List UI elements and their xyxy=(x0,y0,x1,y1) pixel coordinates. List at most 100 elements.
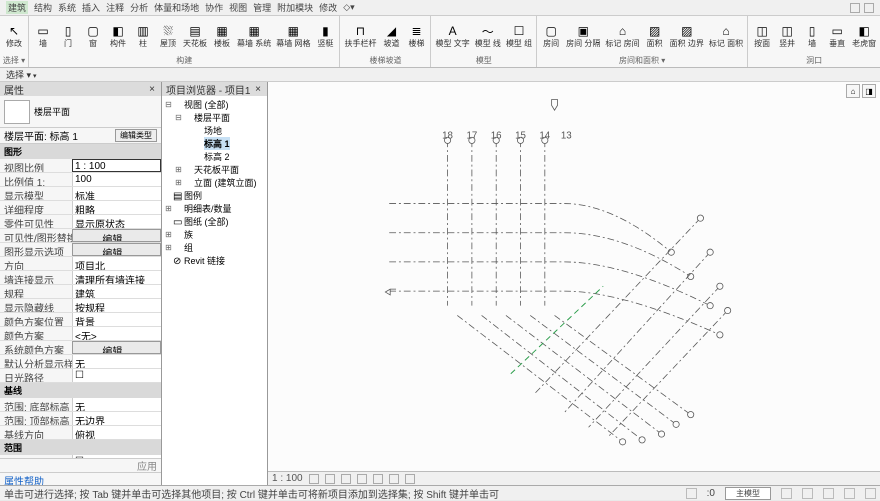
ribbon-天花板[interactable]: ▤天花板 xyxy=(181,17,209,55)
prop-row[interactable]: 系统颜色方案编辑... xyxy=(0,341,161,355)
reveal-icon[interactable] xyxy=(405,474,415,484)
prop-row[interactable]: 比例值 1:100 xyxy=(0,173,161,187)
properties-grid[interactable]: 图形视图比例1 : 100比例值 1:100显示模型标准详细程度粗略零件可见性显… xyxy=(0,144,161,458)
menu-addins[interactable]: 附加模块 xyxy=(277,1,313,14)
prop-row[interactable]: 墙连接显示清理所有墙连接 xyxy=(0,271,161,285)
max-icon[interactable] xyxy=(864,3,874,13)
prop-row[interactable]: 显示隐藏线按规程 xyxy=(0,299,161,313)
prop-row[interactable]: 图形显示选项编辑... xyxy=(0,243,161,257)
tree-node[interactable]: ⊘Revit 链接 xyxy=(162,254,267,267)
ribbon-老虎窗[interactable]: ◧老虎窗 xyxy=(850,17,878,55)
ribbon-柱[interactable]: ▥柱 xyxy=(131,17,155,55)
ribbon-门[interactable]: ▯门 xyxy=(56,17,80,55)
tree-node[interactable]: ⊞天花板平面 xyxy=(162,163,267,176)
menu-analyze[interactable]: 分析 xyxy=(130,1,148,14)
ribbon-竖梃[interactable]: ▮竖梃 xyxy=(313,17,337,55)
browser-tree[interactable]: ⊟视图 (全部)⊟楼层平面场地标高 1标高 2⊞天花板平面⊞立面 (建筑立面)▤… xyxy=(162,96,267,485)
ribbon-构件[interactable]: ◧构件 xyxy=(106,17,130,55)
ribbon-房间[interactable]: ▢房间 xyxy=(539,17,563,55)
view-canvas[interactable]: ⌂ ◨ xyxy=(268,82,880,485)
tree-node[interactable]: ⊟视图 (全部) xyxy=(162,98,267,111)
detail-icon[interactable] xyxy=(309,474,319,484)
close-icon[interactable]: × xyxy=(253,84,263,95)
prop-row[interactable]: 方向项目北 xyxy=(0,257,161,271)
prop-row[interactable]: 基线方向俯视 xyxy=(0,426,161,440)
sel3-icon[interactable] xyxy=(844,488,855,499)
cube-icon[interactable]: ◨ xyxy=(862,84,876,98)
select-icon[interactable] xyxy=(686,488,697,499)
prop-row[interactable]: 规程建筑 xyxy=(0,285,161,299)
ribbon-垂直[interactable]: ▭垂直 xyxy=(825,17,849,55)
sel1-icon[interactable] xyxy=(802,488,813,499)
ribbon-面积[interactable]: ▨面积 xyxy=(643,17,667,55)
tree-node[interactable]: ▤图例 xyxy=(162,189,267,202)
ribbon-窗[interactable]: ▢窗 xyxy=(81,17,105,55)
tree-node[interactable]: ⊞族 xyxy=(162,228,267,241)
prop-row[interactable]: 显示模型标准 xyxy=(0,187,161,201)
menu-massing[interactable]: 体量和场地 xyxy=(154,1,199,14)
ribbon-扶手栏杆[interactable]: ⊓扶手栏杆 xyxy=(342,17,378,55)
prop-row[interactable]: 范围: 底部标高无 xyxy=(0,398,161,412)
ribbon-面积边界[interactable]: ▨面积 边界 xyxy=(668,17,706,55)
scale-display[interactable]: 1 : 100 xyxy=(272,473,303,484)
hide-icon[interactable] xyxy=(389,474,399,484)
prop-row[interactable]: 零件可见性显示原状态 xyxy=(0,215,161,229)
ribbon-模型文字[interactable]: A模型 文字 xyxy=(433,17,471,55)
sel4-icon[interactable] xyxy=(865,488,876,499)
drawing-area[interactable]: 181716 151413 xyxy=(268,82,880,471)
menu-modify[interactable]: 修改 xyxy=(319,1,337,14)
style-icon[interactable] xyxy=(325,474,335,484)
prop-row[interactable]: 范围: 顶部标高无边界 xyxy=(0,412,161,426)
ribbon-坡道[interactable]: ◢坡道 xyxy=(379,17,403,55)
tree-node[interactable]: ▭图纸 (全部) xyxy=(162,215,267,228)
sel2-icon[interactable] xyxy=(823,488,834,499)
tree-node[interactable]: ⊞明细表/数量 xyxy=(162,202,267,215)
ribbon-标记面积[interactable]: ⌂标记 面积 xyxy=(707,17,745,55)
prop-row[interactable]: 日光路径☐ xyxy=(0,369,161,383)
menu-collab[interactable]: 协作 xyxy=(205,1,223,14)
close-icon[interactable]: × xyxy=(147,84,157,95)
edit-type-button[interactable]: 编辑类型 xyxy=(115,129,157,142)
ribbon-幕墙网格[interactable]: ▦幕墙 网格 xyxy=(274,17,312,55)
menu-architecture[interactable]: 建筑 xyxy=(6,1,28,14)
filter-icon[interactable] xyxy=(781,488,792,499)
ribbon-楼梯[interactable]: ≣楼梯 xyxy=(404,17,428,55)
select-dropdown[interactable]: 选择 ▾ xyxy=(6,68,37,81)
ribbon-墙[interactable]: ▭墙 xyxy=(31,17,55,55)
tree-node[interactable]: ⊞立面 (建筑立面) xyxy=(162,176,267,189)
tree-node[interactable]: ⊟楼层平面 xyxy=(162,111,267,124)
prop-row[interactable]: 默认分析显示样式无 xyxy=(0,355,161,369)
ribbon-竖井[interactable]: ◫竖井 xyxy=(775,17,799,55)
prop-row[interactable]: 详细程度粗略 xyxy=(0,201,161,215)
prop-row[interactable]: 颜色方案位置背景 xyxy=(0,313,161,327)
tree-node[interactable]: 标高 1 xyxy=(162,137,267,150)
ribbon-按面[interactable]: ◫按面 xyxy=(750,17,774,55)
type-selector[interactable]: 楼层平面 xyxy=(34,105,157,118)
sun-icon[interactable] xyxy=(341,474,351,484)
menu-manage[interactable]: 管理 xyxy=(253,1,271,14)
menu-structure[interactable]: 结构 xyxy=(34,1,52,14)
ribbon-房间分隔[interactable]: ▣房间 分隔 xyxy=(564,17,602,55)
menu-insert[interactable]: 插入 xyxy=(82,1,100,14)
apply-button[interactable]: 应用 xyxy=(137,458,157,473)
prop-row[interactable]: 颜色方案<无> xyxy=(0,327,161,341)
ribbon-楼板[interactable]: ▦楼板 xyxy=(210,17,234,55)
prop-row[interactable]: 视图比例1 : 100 xyxy=(0,159,161,173)
ribbon-幕墙系统[interactable]: ▦幕墙 系统 xyxy=(235,17,273,55)
ribbon-模型线[interactable]: ～模型 线 xyxy=(473,17,503,55)
workset-filter[interactable]: 主模型 xyxy=(725,487,771,500)
tree-node[interactable]: 标高 2 xyxy=(162,150,267,163)
tree-node[interactable]: 场地 xyxy=(162,124,267,137)
home-icon[interactable]: ⌂ xyxy=(846,84,860,98)
ribbon-屋顶[interactable]: ⛆屋顶 xyxy=(156,17,180,55)
menu-annotate[interactable]: 注释 xyxy=(106,1,124,14)
prop-row[interactable]: 可见性/图形替换编辑... xyxy=(0,229,161,243)
tree-node[interactable]: ⊞组 xyxy=(162,241,267,254)
ribbon-标记房间[interactable]: ⌂标记 房间 xyxy=(603,17,641,55)
shadow-icon[interactable] xyxy=(357,474,367,484)
menu-extra[interactable]: ◇▾ xyxy=(343,2,354,13)
modify-tool[interactable]: ↖修改 xyxy=(2,17,26,55)
menu-systems[interactable]: 系统 xyxy=(58,1,76,14)
crop-icon[interactable] xyxy=(373,474,383,484)
ribbon-墙[interactable]: ▯墙 xyxy=(800,17,824,55)
